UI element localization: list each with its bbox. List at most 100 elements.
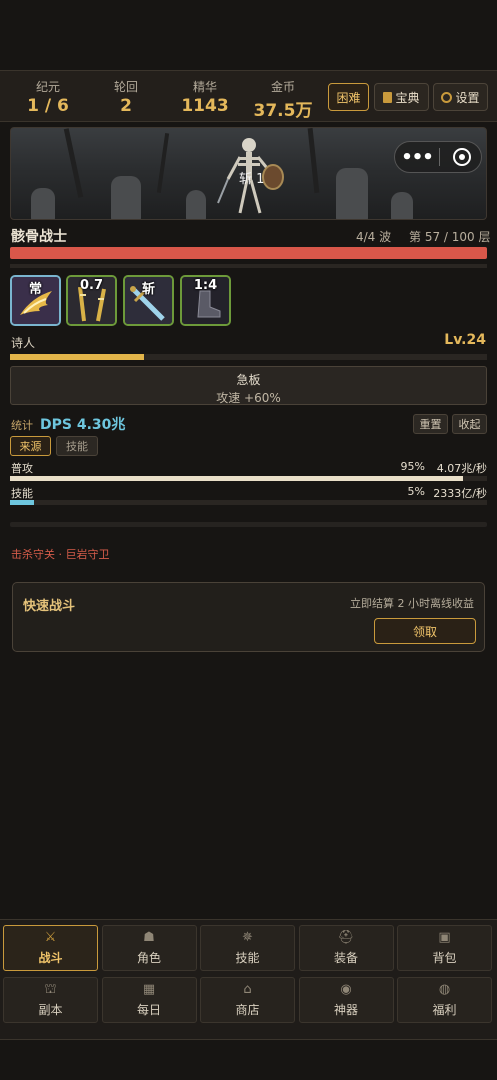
- enemy-name: 骸骨战士: [11, 229, 67, 245]
- nav-label: 角色: [136, 950, 161, 965]
- class-name: 诗人: [11, 336, 36, 350]
- skill-slot-4[interactable]: 1:4: [180, 275, 231, 326]
- stat-gold: 金币 37.5万: [243, 71, 323, 121]
- nav-gate[interactable]: ⛫ 副本: [3, 977, 98, 1023]
- nav-label: 副本: [38, 1002, 63, 1017]
- nav-label: 每日: [136, 1002, 161, 1017]
- wave-counter: 4/4 波: [356, 230, 392, 244]
- book-icon: [383, 91, 393, 103]
- damage-popup: 斩 1: [239, 172, 265, 187]
- stat-cycle-value: 2: [120, 96, 132, 116]
- nav-crossed-swords[interactable]: ⚔ 战斗: [3, 925, 98, 971]
- xp-bar: [10, 354, 487, 360]
- stats-label: 统计: [11, 419, 33, 432]
- stat-gold-label: 金币: [270, 80, 295, 94]
- breakdown-name: 技能: [11, 487, 33, 500]
- breakdown-bar-skill: [10, 500, 487, 505]
- tombstone-decor: [186, 190, 206, 219]
- nav-label: 商店: [235, 1002, 260, 1017]
- quick-fight-desc: 立即结算 2 小时离线收益: [350, 597, 474, 610]
- nav-person[interactable]: ☗ 角色: [101, 925, 197, 971]
- quick-fight-title: 快速战斗: [23, 599, 76, 614]
- claim-button[interactable]: 领取: [374, 618, 476, 644]
- difficulty-label: 困难: [336, 90, 361, 105]
- breakdown-name: 普攻: [11, 462, 33, 475]
- settings-button[interactable]: 设置: [433, 83, 488, 111]
- nav-helmet[interactable]: ⛑ 装备: [298, 925, 394, 971]
- gear-icon: [441, 91, 453, 103]
- miniprogram-capsule[interactable]: •••: [394, 141, 482, 173]
- stat-cycle-label: 轮回: [113, 80, 138, 94]
- tombstone-decor: [391, 192, 413, 219]
- stat-era: 纪元 1 / 6: [8, 71, 88, 116]
- xp-fill: [10, 354, 144, 360]
- bag-icon: ▣: [438, 929, 451, 945]
- nav-label: 战斗: [38, 950, 63, 965]
- stat-essence: 精华 1143: [165, 71, 245, 116]
- stat-era-value: 1 / 6: [27, 96, 69, 116]
- tombstone-decor: [31, 188, 55, 219]
- nav-calendar[interactable]: ▦ 每日: [101, 977, 197, 1023]
- dead-tree-decor: [63, 128, 84, 198]
- buff-title: 急板: [236, 373, 261, 387]
- battle-scene[interactable]: 斩 1 •••: [10, 127, 487, 220]
- floor-counter: 第 57 / 100 层: [409, 230, 491, 244]
- tab-skill[interactable]: 技能: [56, 436, 98, 456]
- close-target-icon[interactable]: [453, 148, 471, 166]
- nav-label: 技能: [235, 950, 260, 965]
- breakdown-percent: 95%: [400, 460, 425, 473]
- breakdown-fill: [10, 500, 34, 505]
- stat-essence-value: 1143: [181, 96, 229, 116]
- top-stats-bar: 纪元 1 / 6 轮回 2 精华 1143 金币 37.5万 困难 宝典 设置: [0, 70, 497, 122]
- person-icon: ☗: [143, 929, 155, 945]
- breakdown-amount: 2333亿/秒: [433, 487, 487, 500]
- nav-label: 装备: [333, 950, 358, 965]
- bottom-nav: ⚔ 战斗 ☗ 角色 ✵ 技能 ⛑ 装备 ▣ 背包 ⛫ 副本 ▦ 每日 ⌂ 商店 ◉ 神器 ◍ 福利: [0, 919, 497, 1040]
- calendar-icon: ▦: [142, 981, 156, 997]
- enemy-hp-fill: [10, 247, 487, 259]
- stat-cycle: 轮回 2: [86, 71, 166, 116]
- reset-button[interactable]: 重置: [413, 414, 448, 434]
- nav-label: 福利: [432, 1002, 457, 1017]
- enemy-shield-bar: [10, 264, 487, 268]
- tombstone-decor: [111, 176, 141, 219]
- skill-slot-3-tag: 斩: [141, 282, 155, 297]
- nav-spark[interactable]: ✵ 技能: [200, 925, 295, 971]
- quick-fight-panel: 快速战斗 立即结算 2 小时离线收益 领取: [12, 582, 485, 652]
- capsule-divider: [439, 148, 440, 166]
- gate-icon: ⛫: [44, 981, 57, 997]
- character-level: Lv.24: [444, 332, 486, 348]
- skill-slot-3[interactable]: 斩: [123, 275, 174, 326]
- difficulty-button[interactable]: 困难: [328, 83, 369, 111]
- skill-slot-2[interactable]: 0.7: [66, 275, 117, 326]
- tab-source[interactable]: 来源: [10, 436, 51, 456]
- skill-slot-1[interactable]: 常: [10, 275, 61, 326]
- nav-bag[interactable]: ▣ 背包: [397, 925, 492, 971]
- buff-desc: 攻速 +60%: [216, 391, 281, 405]
- enemy-hp-bar: [10, 247, 487, 259]
- helmet-icon: ⛑: [337, 929, 355, 945]
- stat-era-label: 纪元: [35, 80, 60, 94]
- boss-objective: 击杀守关 · 巨岩守卫: [11, 548, 110, 561]
- nav-gift[interactable]: ◍ 福利: [397, 977, 492, 1023]
- crossed-swords-icon: ⚔: [44, 929, 57, 945]
- breakdown-bar-normal: [10, 476, 487, 481]
- codex-button[interactable]: 宝典: [374, 83, 429, 111]
- nav-orb[interactable]: ◉ 神器: [298, 977, 394, 1023]
- breakdown-amount: 4.07兆/秒: [436, 462, 487, 475]
- skill-slot-1-tag: 常: [28, 282, 42, 297]
- dead-tree-decor: [307, 128, 320, 194]
- dps-value: DPS 4.30兆: [40, 417, 126, 433]
- codex-label: 宝典: [395, 90, 420, 105]
- breakdown-percent: 5%: [407, 485, 425, 498]
- shop-icon: ⌂: [243, 981, 252, 997]
- more-icon[interactable]: •••: [395, 147, 439, 168]
- breakdown-fill: [10, 476, 464, 481]
- skill-slot-2-tag: 0.7: [79, 278, 104, 293]
- collapse-button[interactable]: 收起: [452, 414, 487, 434]
- tombstone-decor: [336, 168, 368, 219]
- settings-label: 设置: [455, 90, 480, 105]
- stat-gold-value: 37.5万: [253, 101, 313, 121]
- nav-shop[interactable]: ⌂ 商店: [200, 977, 295, 1023]
- nav-label: 神器: [333, 1002, 358, 1017]
